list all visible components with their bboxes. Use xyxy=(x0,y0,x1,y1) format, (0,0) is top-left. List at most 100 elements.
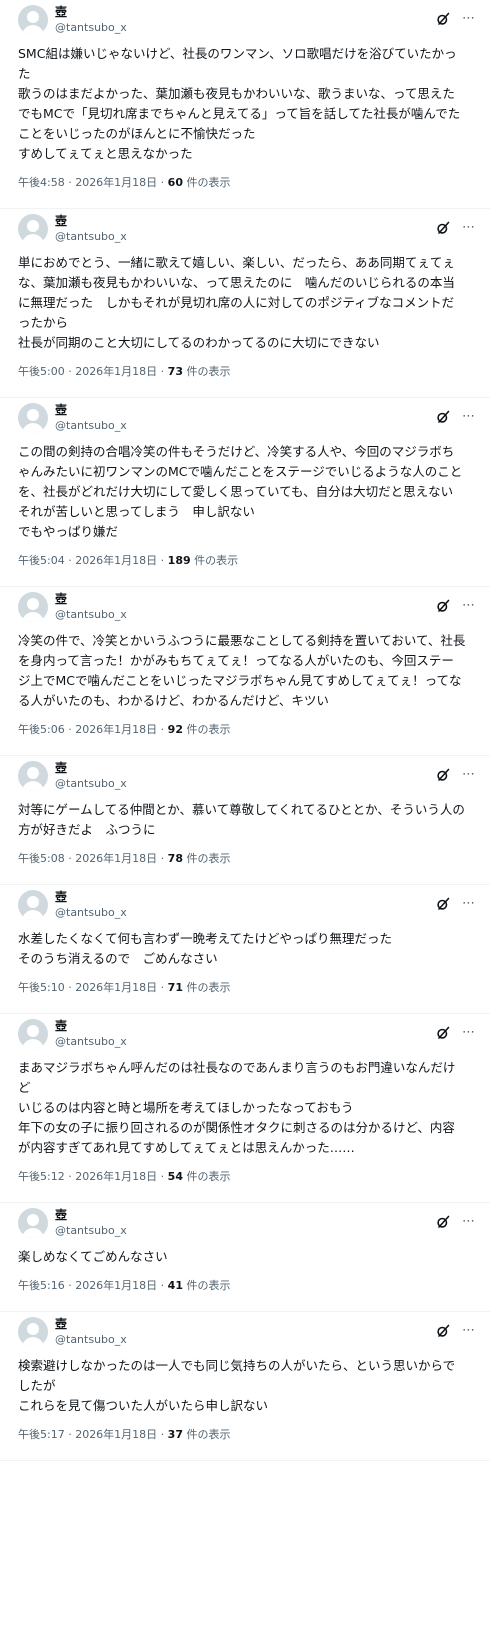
avatar[interactable] xyxy=(18,214,48,244)
author-names: 壺 @tantsubo_x xyxy=(55,214,127,244)
view-count-suffix: 件の表示 xyxy=(182,981,231,994)
avatar[interactable] xyxy=(18,1019,48,1049)
tweet[interactable]: 壺 @tantsubo_x ⋯ 楽しめなくてごめんなさい 午後5:16 · 20… xyxy=(0,1203,490,1312)
tweet-actions: ⋯ xyxy=(436,12,476,26)
view-count-suffix: 件の表示 xyxy=(182,365,231,378)
view-count[interactable]: 54 xyxy=(168,1170,183,1183)
tweet-timestamp[interactable]: 午後4:58 · 2026年1月18日 · xyxy=(18,176,168,189)
grok-icon[interactable] xyxy=(436,410,450,424)
tweet-text: 冷笑の件で、冷笑とかいうふつうに最悪なことしてる剣持を置いておいて、社長を身内っ… xyxy=(18,633,466,708)
tweet-meta: 午後5:04 · 2026年1月18日 · 189 件の表示 xyxy=(18,554,476,586)
display-name[interactable]: 壺 xyxy=(55,890,127,905)
display-name[interactable]: 壺 xyxy=(55,214,127,229)
avatar-head-shape xyxy=(27,11,39,23)
avatar-shoulders-shape xyxy=(22,25,44,35)
avatar[interactable] xyxy=(18,761,48,791)
user-handle[interactable]: @tantsubo_x xyxy=(55,1223,127,1238)
view-count-suffix: 件の表示 xyxy=(182,723,231,736)
user-handle[interactable]: @tantsubo_x xyxy=(55,1034,127,1049)
view-count[interactable]: 189 xyxy=(168,554,191,567)
tweet[interactable]: 壺 @tantsubo_x ⋯ 冷笑の件で、冷笑とかいうふつうに最悪なことしてる… xyxy=(0,587,490,756)
tweet[interactable]: 壺 @tantsubo_x ⋯ 水差したくなくて何も言わず一晩考えてたけどやっぱ… xyxy=(0,885,490,1014)
grok-icon[interactable] xyxy=(436,768,450,782)
tweet-timestamp[interactable]: 午後5:12 · 2026年1月18日 · xyxy=(18,1170,168,1183)
author-names: 壺 @tantsubo_x xyxy=(55,1019,127,1049)
more-icon[interactable]: ⋯ xyxy=(462,221,476,235)
more-icon[interactable]: ⋯ xyxy=(462,12,476,26)
more-icon[interactable]: ⋯ xyxy=(462,1324,476,1338)
grok-icon[interactable] xyxy=(436,1215,450,1229)
user-handle[interactable]: @tantsubo_x xyxy=(55,776,127,791)
avatar[interactable] xyxy=(18,592,48,622)
grok-icon[interactable] xyxy=(436,897,450,911)
tweet-timestamp[interactable]: 午後5:00 · 2026年1月18日 · xyxy=(18,365,168,378)
tweet-actions: ⋯ xyxy=(436,897,476,911)
more-icon[interactable]: ⋯ xyxy=(462,410,476,424)
view-count-suffix: 件の表示 xyxy=(182,852,231,865)
author-names: 壺 @tantsubo_x xyxy=(55,1317,127,1347)
tweet[interactable]: 壺 @tantsubo_x ⋯ まあマジラボちゃん呼んだのは社長なのであんまり言… xyxy=(0,1014,490,1203)
tweet-meta: 午後5:17 · 2026年1月18日 · 37 件の表示 xyxy=(18,1428,476,1460)
tweet-header: 壺 @tantsubo_x xyxy=(18,398,476,438)
user-handle[interactable]: @tantsubo_x xyxy=(55,20,127,35)
view-count[interactable]: 60 xyxy=(168,176,183,189)
more-icon[interactable]: ⋯ xyxy=(462,1026,476,1040)
more-icon[interactable]: ⋯ xyxy=(462,768,476,782)
grok-icon[interactable] xyxy=(436,12,450,26)
more-icon[interactable]: ⋯ xyxy=(462,897,476,911)
grok-icon[interactable] xyxy=(436,1324,450,1338)
user-handle[interactable]: @tantsubo_x xyxy=(55,905,127,920)
user-handle[interactable]: @tantsubo_x xyxy=(55,607,127,622)
avatar[interactable] xyxy=(18,890,48,920)
tweet-thread: 壺 @tantsubo_x ⋯ SMC組は嫌いじゃないけど、社長のワンマン、ソロ… xyxy=(0,0,490,1461)
view-count[interactable]: 41 xyxy=(168,1279,183,1292)
tweet[interactable]: 壺 @tantsubo_x ⋯ 検索避けしなかったのは一人でも同じ気持ちの人がい… xyxy=(0,1312,490,1461)
user-handle[interactable]: @tantsubo_x xyxy=(55,418,127,433)
avatar[interactable] xyxy=(18,1317,48,1347)
more-icon[interactable]: ⋯ xyxy=(462,599,476,613)
display-name[interactable]: 壺 xyxy=(55,1317,127,1332)
tweet-timestamp[interactable]: 午後5:16 · 2026年1月18日 · xyxy=(18,1279,168,1292)
display-name[interactable]: 壺 xyxy=(55,1019,127,1034)
tweet-timestamp[interactable]: 午後5:08 · 2026年1月18日 · xyxy=(18,852,168,865)
tweet-actions: ⋯ xyxy=(436,768,476,782)
tweet-text: まあマジラボちゃん呼んだのは社長なのであんまり言うのもお門違いなんだけど いじる… xyxy=(18,1060,456,1155)
avatar-head-shape xyxy=(27,598,39,610)
grok-icon[interactable] xyxy=(436,221,450,235)
avatar-head-shape xyxy=(27,1214,39,1226)
tweet-timestamp[interactable]: 午後5:10 · 2026年1月18日 · xyxy=(18,981,168,994)
view-count-suffix: 件の表示 xyxy=(182,176,231,189)
tweet[interactable]: 壺 @tantsubo_x ⋯ 単におめでとう、一緒に歌えて嬉しい、楽しい、だっ… xyxy=(0,209,490,398)
grok-icon[interactable] xyxy=(436,599,450,613)
view-count[interactable]: 92 xyxy=(168,723,183,736)
view-count[interactable]: 78 xyxy=(168,852,183,865)
view-count[interactable]: 73 xyxy=(168,365,183,378)
tweet[interactable]: 壺 @tantsubo_x ⋯ SMC組は嫌いじゃないけど、社長のワンマン、ソロ… xyxy=(0,0,490,209)
view-count[interactable]: 37 xyxy=(168,1428,183,1441)
display-name[interactable]: 壺 xyxy=(55,761,127,776)
author-names: 壺 @tantsubo_x xyxy=(55,592,127,622)
grok-icon[interactable] xyxy=(436,1026,450,1040)
avatar-shoulders-shape xyxy=(22,1228,44,1238)
user-handle[interactable]: @tantsubo_x xyxy=(55,229,127,244)
avatar-shoulders-shape xyxy=(22,1039,44,1049)
avatar[interactable] xyxy=(18,1208,48,1238)
tweet-timestamp[interactable]: 午後5:04 · 2026年1月18日 · xyxy=(18,554,168,567)
user-handle[interactable]: @tantsubo_x xyxy=(55,1332,127,1347)
display-name[interactable]: 壺 xyxy=(55,5,127,20)
display-name[interactable]: 壺 xyxy=(55,403,127,418)
tweet-meta: 午後5:06 · 2026年1月18日 · 92 件の表示 xyxy=(18,723,476,755)
display-name[interactable]: 壺 xyxy=(55,592,127,607)
avatar-head-shape xyxy=(27,1323,39,1335)
avatar[interactable] xyxy=(18,5,48,35)
tweet-timestamp[interactable]: 午後5:06 · 2026年1月18日 · xyxy=(18,723,168,736)
tweet-timestamp[interactable]: 午後5:17 · 2026年1月18日 · xyxy=(18,1428,168,1441)
view-count[interactable]: 71 xyxy=(168,981,183,994)
avatar-head-shape xyxy=(27,409,39,421)
tweet-header: 壺 @tantsubo_x xyxy=(18,1014,476,1054)
tweet[interactable]: 壺 @tantsubo_x ⋯ この間の剣持の合唱冷笑の件もそうだけど、冷笑する… xyxy=(0,398,490,587)
display-name[interactable]: 壺 xyxy=(55,1208,127,1223)
avatar[interactable] xyxy=(18,403,48,433)
tweet[interactable]: 壺 @tantsubo_x ⋯ 対等にゲームしてる仲間とか、慕いて尊敬してくれて… xyxy=(0,756,490,885)
more-icon[interactable]: ⋯ xyxy=(462,1215,476,1229)
